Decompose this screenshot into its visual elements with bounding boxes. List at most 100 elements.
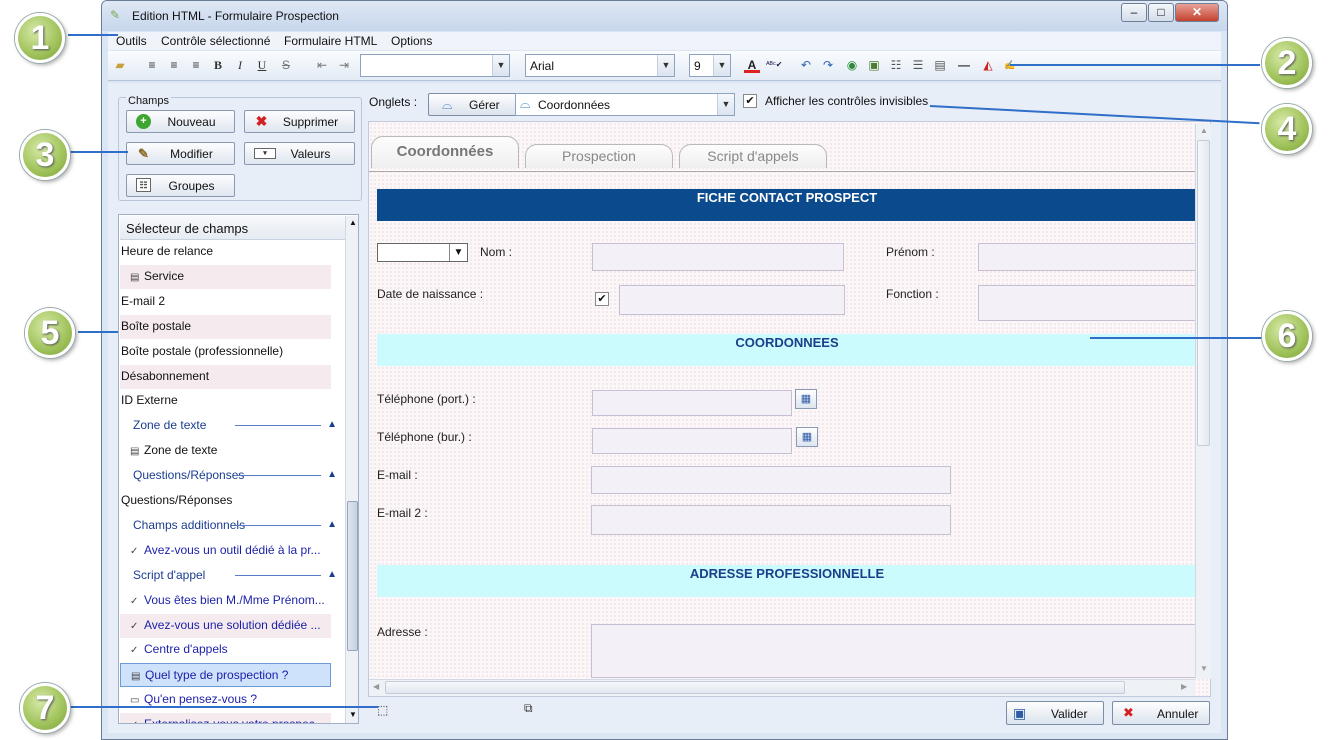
maximize-button[interactable]: □ xyxy=(1148,3,1174,22)
minimize-button[interactable]: – xyxy=(1121,3,1147,22)
eraser-icon[interactable]: ▰ xyxy=(112,57,128,73)
field-selector-section[interactable]: Questions/Réponses ▲ xyxy=(120,464,337,488)
link-icon[interactable]: ◉ xyxy=(844,57,860,73)
form-scrollbar-h[interactable]: ◀ ▶ xyxy=(369,679,1195,696)
field-selector-item[interactable]: ✓ Avez-vous un outil dédié à la pr... xyxy=(120,539,331,563)
scroll-right-icon[interactable]: ▶ xyxy=(1181,682,1187,691)
email2-field[interactable] xyxy=(591,505,951,535)
field-selector-item[interactable]: Boîte postale (professionnelle) xyxy=(120,340,331,364)
font-color-icon[interactable]: A xyxy=(744,57,760,73)
field-selector-item[interactable]: ✓Externalisez-vous votre prospec... xyxy=(120,713,331,723)
tab-script-appels[interactable]: Script d'appels xyxy=(679,144,827,168)
field-selector-section[interactable]: Script d'appel ▲ xyxy=(120,564,337,588)
scroll-up-icon[interactable]: ▲ xyxy=(1200,126,1208,135)
form-scrollbar-v[interactable]: ▲ ▼ xyxy=(1195,124,1211,679)
field-selector-item[interactable]: ✓ Avez-vous une solution dédiée ... xyxy=(120,613,331,638)
table-icon[interactable]: ▤ xyxy=(932,57,948,73)
horizontal-rule-icon[interactable]: — xyxy=(956,57,972,73)
scroll-down-icon[interactable]: ▼ xyxy=(1200,664,1208,673)
valeurs-button[interactable]: ▾ Valeurs xyxy=(244,142,355,165)
field-selector-item[interactable]: Questions/Réponses xyxy=(120,489,331,513)
undo-icon[interactable]: ↶ xyxy=(798,57,814,73)
field-selector-item[interactable]: Désabonnement xyxy=(120,364,331,389)
show-invisible-checkbox[interactable]: ✔ xyxy=(743,94,757,108)
style-select[interactable]: ▼ xyxy=(360,54,510,77)
tab-coordonnees[interactable]: Coordonnées xyxy=(371,136,519,168)
underline-button[interactable]: U xyxy=(254,57,270,73)
phone-book-icon[interactable]: ▦ xyxy=(795,389,817,409)
collapse-icon[interactable]: ▲ xyxy=(327,564,337,586)
menu-formulaire-html[interactable]: Formulaire HTML xyxy=(284,34,377,48)
field-selector-section[interactable]: Zone de texte ▲ xyxy=(120,414,337,438)
email-field[interactable] xyxy=(591,466,951,494)
font-family-select[interactable]: Arial ▼ xyxy=(525,54,675,77)
menu-outils[interactable]: Outils xyxy=(116,34,147,48)
redo-icon[interactable]: ↷ xyxy=(820,57,836,73)
chevron-down-icon[interactable]: ▼ xyxy=(713,55,730,76)
collapse-icon[interactable]: ▲ xyxy=(327,414,337,436)
onglet-select[interactable]: ⌓ Coordonnées ▼ xyxy=(515,93,735,116)
outdent-icon[interactable]: ⇤ xyxy=(314,57,330,73)
font-size-select[interactable]: 9 ▼ xyxy=(689,54,731,77)
menu-options[interactable]: Options xyxy=(391,34,432,48)
field-selector-item[interactable]: ID Externe xyxy=(120,389,331,413)
prenom-field[interactable] xyxy=(978,243,1200,271)
field-selector-item[interactable]: ▤ Zone de texte xyxy=(120,439,331,463)
form-scroll-h-thumb[interactable] xyxy=(385,681,1125,694)
selector-scroll-thumb[interactable] xyxy=(347,501,358,651)
align-center-icon[interactable]: ≡ xyxy=(166,57,182,73)
selection-mode-icon[interactable]: ⬚ xyxy=(377,703,388,717)
selector-scrollbar[interactable]: ▲ ▼ xyxy=(345,216,358,723)
date-naissance-checkbox[interactable]: ✔ xyxy=(595,292,609,306)
field-selector-item[interactable]: E-mail 2 xyxy=(120,290,331,314)
groupes-button[interactable]: ☷ Groupes xyxy=(126,174,235,197)
civilite-select[interactable]: ▼ xyxy=(377,243,468,262)
chevron-down-icon[interactable]: ▼ xyxy=(492,55,509,76)
field-selector-section[interactable]: Champs additionnels ▲ xyxy=(120,514,337,538)
align-right-icon[interactable]: ≡ xyxy=(188,57,204,73)
field-selector-item[interactable]: Heure de relance xyxy=(120,240,331,264)
field-selector-item[interactable]: ▤ Quel type de prospection ? xyxy=(120,663,331,688)
field-selector-item[interactable]: ✓ Vous êtes bien M./Mme Prénom... xyxy=(120,589,331,613)
collapse-icon[interactable]: ▲ xyxy=(327,514,337,536)
scroll-left-icon[interactable]: ◀ xyxy=(373,682,379,691)
align-left-icon[interactable]: ≡ xyxy=(144,57,160,73)
tel-bur-field[interactable] xyxy=(592,428,792,454)
collapse-icon[interactable]: ▲ xyxy=(327,464,337,486)
date-naissance-field[interactable] xyxy=(619,285,845,315)
tel-port-field[interactable] xyxy=(592,390,792,416)
valider-button[interactable]: ▣ Valider xyxy=(1006,701,1104,725)
numbered-list-icon[interactable]: ☷ xyxy=(888,57,904,73)
strikethrough-button[interactable]: S xyxy=(278,57,294,73)
italic-button[interactable]: I xyxy=(232,57,248,73)
scroll-up-icon[interactable]: ▲ xyxy=(349,218,357,227)
form-scroll-thumb[interactable] xyxy=(1197,140,1210,446)
spellcheck-icon[interactable]: ᴬᴮᶜ✔ xyxy=(766,57,782,73)
scroll-down-icon[interactable]: ▼ xyxy=(349,710,357,719)
field-selector-item[interactable]: ▭ Qu'en pensez-vous ? xyxy=(120,688,331,712)
field-selector-item[interactable]: ▤ Service xyxy=(120,264,331,289)
fill-color-icon[interactable]: ◭ xyxy=(980,57,996,73)
modifier-button[interactable]: ✎ Modifier xyxy=(126,142,235,165)
close-button[interactable]: ✕ xyxy=(1175,3,1219,22)
supprimer-button[interactable]: ✖ Supprimer xyxy=(244,110,355,133)
adresse-field[interactable] xyxy=(591,624,1197,678)
indent-icon[interactable]: ⇥ xyxy=(336,57,352,73)
menu-controle-selectionne[interactable]: Contrôle sélectionné xyxy=(161,34,270,48)
resize-mode-icon[interactable]: ⧉ xyxy=(524,701,533,716)
bullet-list-icon[interactable]: ☰ xyxy=(910,57,926,73)
bold-button[interactable]: B xyxy=(210,57,226,73)
chevron-down-icon[interactable]: ▼ xyxy=(657,55,674,76)
nouveau-button[interactable]: + Nouveau xyxy=(126,110,235,133)
annuler-button[interactable]: ✖ Annuler xyxy=(1112,701,1210,725)
fonction-field[interactable] xyxy=(978,285,1200,321)
chevron-down-icon[interactable]: ▼ xyxy=(449,244,467,261)
phone-book-icon[interactable]: ▦ xyxy=(796,427,818,447)
image-icon[interactable]: ▣ xyxy=(866,57,882,73)
nom-field[interactable] xyxy=(592,243,844,271)
chevron-down-icon[interactable]: ▼ xyxy=(717,94,734,115)
tab-prospection[interactable]: Prospection xyxy=(525,144,673,168)
field-selector-item[interactable]: ✓ Centre d'appels xyxy=(120,638,331,662)
gerer-button[interactable]: ⌓ Gérer xyxy=(428,93,528,116)
field-selector-item[interactable]: Boîte postale xyxy=(120,314,331,339)
